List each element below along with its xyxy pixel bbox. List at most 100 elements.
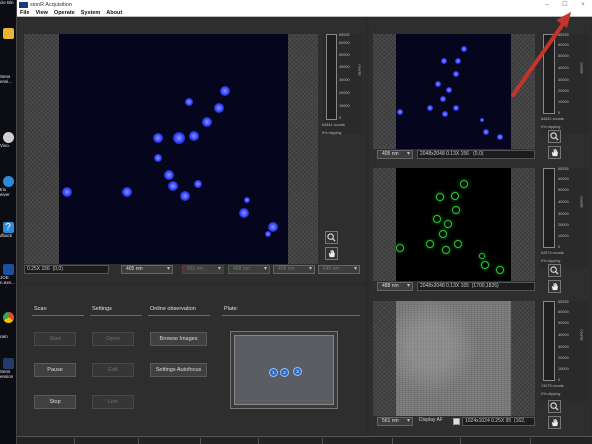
desktop-icon-ram[interactable]: ram	[0, 334, 16, 339]
desktop-icon-feedback[interactable]: ? dback	[0, 222, 16, 238]
scale-bar[interactable]	[543, 168, 555, 248]
hand-icon	[551, 282, 559, 291]
menu-operate[interactable]: Operate	[54, 10, 75, 16]
view1-zoom-button[interactable]	[548, 130, 561, 143]
pan-button[interactable]	[325, 247, 338, 260]
scale-unit: counts	[357, 64, 362, 76]
channel-640-select[interactable]: 640 nm	[318, 265, 360, 274]
channel-405-select[interactable]: 405 nm	[273, 265, 315, 274]
counts-value: 62674	[541, 251, 552, 255]
menu-about[interactable]: About	[106, 10, 122, 16]
desktop-icon-sens-ension[interactable]: Sens ension	[0, 358, 16, 379]
scale-tick: 60000	[339, 41, 350, 45]
magnifier-icon	[550, 132, 559, 141]
counts-unit: counts	[552, 384, 564, 388]
status-bar	[17, 436, 592, 444]
well-3[interactable]: 3	[293, 367, 302, 376]
online-section-label: Online observation	[150, 306, 196, 312]
menu-file[interactable]: File	[20, 10, 29, 16]
cell-nucleus	[164, 170, 174, 180]
channel-select[interactable]: 405 nm	[121, 265, 173, 274]
cell-nucleus	[451, 192, 459, 200]
channel-488-select[interactable]: 488 nm	[228, 265, 270, 274]
well-2[interactable]: 2	[280, 368, 289, 377]
menu-system[interactable]: System	[81, 10, 101, 16]
scale-tick: 40000	[558, 200, 569, 204]
zoom-button[interactable]	[325, 231, 338, 244]
cell-nucleus	[202, 117, 212, 127]
desktop-icon-folder[interactable]	[0, 28, 16, 39]
view2-pan-button[interactable]	[548, 280, 561, 293]
close-icon[interactable]: ×	[574, 0, 592, 9]
well-1[interactable]: 1	[269, 368, 278, 377]
stop-button[interactable]: Stop	[34, 395, 76, 409]
intensity-scale: 65535 60000 50000 40000 30000 20000 1000…	[322, 33, 362, 135]
cell-nucleus	[265, 231, 271, 237]
view-405-image[interactable]	[396, 34, 511, 149]
main-image[interactable]	[59, 34, 288, 264]
view1-pan-button[interactable]	[548, 146, 561, 159]
scale-tick: 60000	[558, 177, 569, 181]
status-segment	[201, 438, 259, 444]
clipping-readout: 0% clipping	[322, 131, 342, 135]
scale-tick: 20000	[558, 89, 569, 93]
desktop: cle Bin Sens ensi... Vivo. trix eiver ? dba…	[0, 0, 16, 444]
settings-autofocus-button[interactable]: Settings Autofocus	[150, 363, 207, 377]
coords-readout: (1700,1826)	[471, 283, 499, 289]
scale-bar[interactable]	[543, 34, 555, 114]
desktop-icon-citrix[interactable]: trix eiver	[0, 176, 16, 197]
desktop-icon-chrome[interactable]	[0, 312, 16, 323]
status-segment	[393, 438, 461, 444]
cell-nucleus	[481, 261, 489, 269]
view3-pan-button[interactable]	[548, 416, 561, 429]
scale-tick: 0	[558, 111, 561, 115]
cell-nucleus	[168, 181, 178, 191]
scale-bar[interactable]	[326, 34, 337, 120]
view1-channel-select[interactable]: 405 nm	[377, 150, 413, 159]
display-af-label: Display AF	[419, 417, 443, 423]
display-af-checkbox[interactable]	[453, 418, 460, 425]
counts-unit: counts	[552, 251, 564, 255]
view-488-image[interactable]	[396, 168, 511, 281]
cell-nucleus	[433, 215, 441, 223]
start-button[interactable]: Start	[34, 332, 76, 346]
scale-tick: 20000	[558, 356, 569, 360]
cell-nucleus	[62, 187, 72, 197]
desktop-icon-sens[interactable]: Sens ensi...	[0, 74, 16, 84]
scale-tick: 50000	[339, 53, 350, 57]
desktop-icon-joe[interactable]: JOE n.exe...	[0, 264, 16, 285]
coords-readout: (0,0)	[52, 266, 63, 272]
counts-value: 64841	[541, 117, 552, 121]
desktop-icon-vivo[interactable]: Vivo.	[0, 132, 16, 148]
maximize-icon[interactable]: ☐	[556, 0, 574, 9]
desktop-icon-recycle-bin[interactable]: cle Bin	[0, 0, 16, 5]
menu-view[interactable]: View	[35, 10, 47, 16]
browse-images-button[interactable]: Browse Images	[150, 332, 207, 346]
view2-zoom-button[interactable]	[548, 264, 561, 277]
acquisition-window: sionR Acquisition – ☐ × File View Operat…	[16, 0, 592, 444]
minimize-icon[interactable]: –	[538, 0, 556, 9]
cell-nucleus	[497, 134, 503, 140]
magnifier-icon	[550, 402, 559, 411]
pause-button[interactable]: Pause	[34, 363, 76, 377]
view3-zoom-button[interactable]	[548, 400, 561, 413]
divider	[148, 315, 210, 316]
cell-nucleus	[185, 98, 193, 106]
view1-info: 2048x2048 0.13X 156 (0,0)	[417, 150, 535, 159]
status-segment	[259, 438, 323, 444]
live-button[interactable]: Live	[92, 395, 134, 409]
scale-bar[interactable]	[543, 301, 555, 381]
plate-section-label: Plate:	[224, 306, 239, 312]
view3-channel-select[interactable]: 561 nm	[377, 417, 413, 426]
scale-tick: 20000	[339, 91, 350, 95]
channel-561-select[interactable]: 561 nm	[182, 265, 224, 274]
counts-readout: 64841 counts	[541, 117, 564, 121]
cell-nucleus	[455, 58, 461, 64]
counts-readout: 13075 counts	[541, 384, 564, 388]
edit-settings-button[interactable]: Edit	[92, 363, 134, 377]
open-settings-button[interactable]: Open	[92, 332, 134, 346]
window-title: sionR Acquisition	[30, 1, 72, 8]
view-561-image[interactable]	[396, 301, 511, 416]
view2-channel-select[interactable]: 488 nm	[377, 282, 413, 291]
view2-scale: 65535 60000 50000 40000 30000 20000 1000…	[541, 167, 589, 268]
